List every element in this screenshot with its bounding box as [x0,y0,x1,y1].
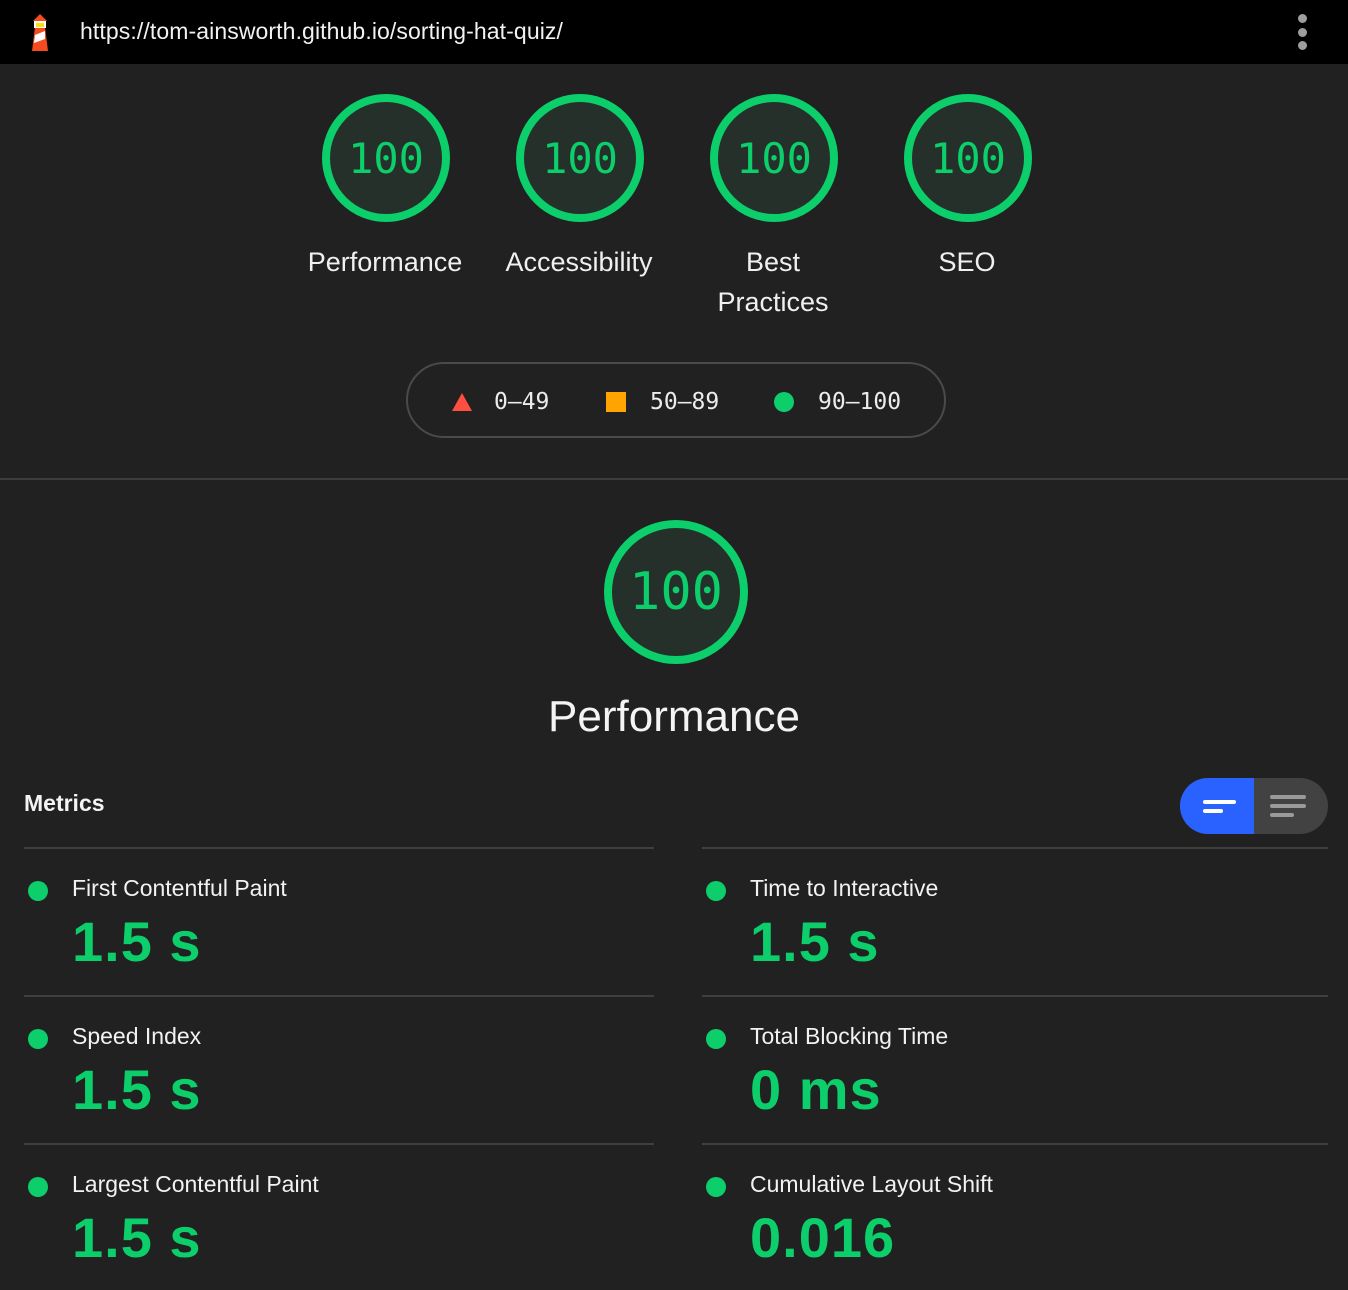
gauge-label-line2: Practices [717,287,829,317]
gauge-ring: 100 [516,94,644,222]
metric-value: 1.5 s [72,1206,202,1269]
gauge-ring: 100 [904,94,1032,222]
browser-top-bar: https://tom-ainsworth.github.io/sorting-… [0,0,1348,64]
metric-first-contentful-paint: First Contentful Paint 1.5 s [24,849,624,997]
circle-icon [774,392,794,412]
category-score-gauge: 100 [604,520,748,664]
metric-value: 1.5 s [750,910,880,973]
metric-value: 0 ms [750,1058,882,1121]
gauge-ring: 100 [710,94,838,222]
metrics-view-toggle[interactable] [1180,778,1328,834]
legend-pass-label: 90–100 [818,389,902,415]
metric-name: First Contentful Paint [72,875,287,901]
gauge-label: Performance [307,247,463,277]
metric-name: Cumulative Layout Shift [750,1171,993,1197]
metric-speed-index: Speed Index 1.5 s [24,997,624,1145]
pass-circle-icon [706,1029,726,1049]
legend-pass: 90–100 [774,388,901,416]
metric-total-blocking-time: Total Blocking Time 0 ms [702,997,1302,1145]
legend-average: 50–89 [606,388,719,416]
gauge-label-line1: Best [745,247,801,277]
kebab-menu-icon[interactable] [1290,14,1314,50]
metric-value: 1.5 s [72,1058,202,1121]
legend-average-label: 50–89 [650,389,720,415]
metric-value: 1.5 s [72,910,202,973]
score-scale-legend: 0–49 50–89 90–100 [406,362,946,438]
section-divider [0,478,1348,480]
legend-fail-label: 0–49 [494,389,550,415]
metric-name: Time to Interactive [750,875,939,901]
square-icon [606,392,626,412]
pass-circle-icon [28,881,48,901]
category-title: Performance [548,692,800,741]
metric-value: 0.016 [750,1206,896,1269]
lighthouse-icon [32,14,48,51]
pass-circle-icon [28,1029,48,1049]
pass-circle-icon [706,1177,726,1197]
metric-name: Speed Index [72,1023,202,1049]
gauge-label: SEO [938,247,996,277]
pass-circle-icon [706,881,726,901]
metric-name: Largest Contentful Paint [72,1171,319,1197]
expanded-view-icon[interactable] [1254,778,1328,834]
gauge-label: Accessibility [505,247,653,277]
metric-largest-contentful-paint: Largest Contentful Paint 1.5 s [24,1145,624,1290]
triangle-icon [452,393,472,411]
metric-name: Total Blocking Time [750,1023,949,1049]
metrics-heading: Metrics [24,790,105,816]
url-text[interactable]: https://tom-ainsworth.github.io/sorting-… [80,18,563,45]
pass-circle-icon [28,1177,48,1197]
compact-view-icon[interactable] [1180,778,1254,834]
metric-cumulative-layout-shift: Cumulative Layout Shift 0.016 [702,1145,1302,1290]
legend-fail: 0–49 [452,388,549,416]
metric-time-to-interactive: Time to Interactive 1.5 s [702,849,1302,997]
gauge-ring: 100 [322,94,450,222]
